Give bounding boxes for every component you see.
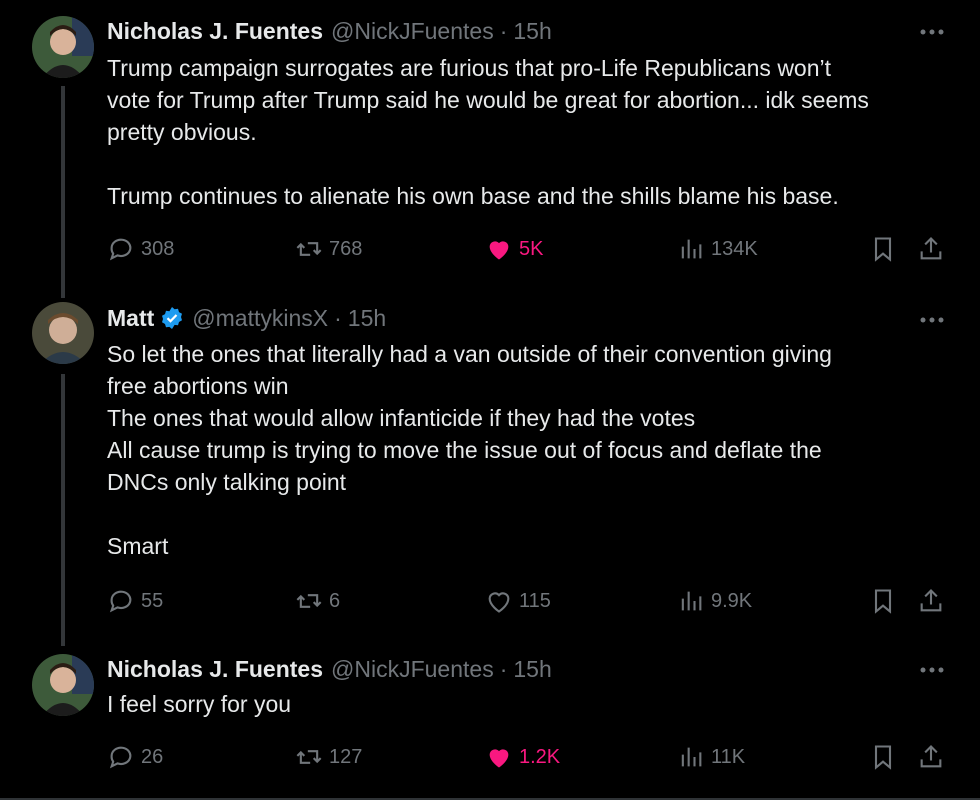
avatar[interactable] [32,16,94,78]
action-bar: 26 127 1.2K 11K [107,742,947,772]
views-icon [681,591,702,611]
repost-count: 127 [329,745,363,768]
reply-button[interactable]: 55 [107,586,163,616]
like-icon [489,241,509,260]
timestamp[interactable]: 15h [348,305,386,332]
like-button[interactable]: 1.2K [485,742,560,772]
reply-count: 55 [141,589,164,612]
reply-button[interactable]: 308 [107,234,174,264]
like-count: 5K [519,237,544,260]
tweet-text-line: Trump continues to alienate his own base… [107,183,839,209]
bookmark-button[interactable] [869,586,897,616]
tweet-text-line: free abortions win [107,373,289,399]
like-button[interactable]: 5K [485,234,543,264]
reply-icon [109,238,132,261]
author-name[interactable]: Nicholas J. Fuentes [107,18,323,45]
verified-badge-icon [160,306,184,330]
tweet-text: So let the ones that literally had a van… [107,338,947,562]
separator-dot: · [499,17,508,44]
views-icon [681,239,702,259]
avatar[interactable] [32,654,94,716]
tweet-text-line [107,498,947,530]
like-icon [488,592,510,613]
views-count: 11K [711,745,746,768]
bookmark-icon [874,589,892,614]
author-name[interactable]: Nicholas J. Fuentes [107,656,323,683]
timestamp[interactable]: 15h [513,18,551,45]
share-button[interactable] [917,234,945,264]
like-icon [489,749,509,768]
avatar[interactable] [32,302,94,364]
tweet-text-line: So let the ones that literally had a van… [107,341,832,367]
reply-icon [109,746,132,769]
tweet-text-line: All cause trump is trying to move the is… [107,437,822,463]
action-bar: 55 6 115 9.9K [107,586,947,616]
repost-count: 768 [329,237,363,260]
tweet-text-line [107,148,947,180]
tweet-header: Nicholas J. Fuentes @NickJFuentes · 15h [107,654,552,684]
tweet[interactable]: Matt @mattykinsX · 15h So let the ones t… [0,290,980,640]
repost-count: 6 [329,589,341,612]
reply-count: 26 [141,745,164,768]
separator-dot: · [499,655,508,682]
views-button[interactable]: 134K [677,234,758,264]
tweet-text-line: pretty obvious. [107,119,257,145]
share-icon [920,237,942,260]
repost-icon [296,594,322,608]
more-icon[interactable] [918,310,946,330]
bookmark-button[interactable] [869,742,897,772]
share-button[interactable] [917,586,945,616]
tweet-text-line: The ones that would allow infanticide if… [107,405,696,431]
bookmark-button[interactable] [869,234,897,264]
action-bar: 308 768 5K 134K [107,234,947,264]
share-icon [920,589,942,612]
author-name[interactable]: Matt [107,305,154,332]
reply-count: 308 [141,237,175,260]
author-handle[interactable]: @NickJFuentes [331,656,494,683]
tweet-text: I feel sorry for you [107,688,947,720]
tweet[interactable]: Nicholas J. Fuentes @NickJFuentes · 15h … [0,0,980,290]
timestamp[interactable]: 15h [513,656,551,683]
views-button[interactable]: 11K [677,742,745,772]
author-handle[interactable]: @NickJFuentes [331,18,494,45]
like-count: 1.2K [519,745,561,768]
views-count: 134K [711,237,758,260]
tweet-text-line: Smart [107,533,169,559]
views-icon [681,747,702,767]
tweet-text-line: vote for Trump after Trump said he would… [107,87,869,113]
share-icon [920,745,942,768]
reply-button[interactable]: 26 [107,742,163,772]
tweet-text-line: Trump campaign surrogates are furious th… [107,55,832,81]
views-button[interactable]: 9.9K [677,586,752,616]
tweet-header: Nicholas J. Fuentes @NickJFuentes · 15h [107,16,552,46]
tweet-text: Trump campaign surrogates are furious th… [107,52,947,212]
like-count: 115 [519,589,551,612]
tweet-text-line: DNCs only talking point [107,469,347,495]
tweet[interactable]: Nicholas J. Fuentes @NickJFuentes · 15h … [0,640,980,800]
repost-button[interactable]: 768 [295,234,362,264]
repost-button[interactable]: 6 [295,586,340,616]
more-icon[interactable] [918,660,946,680]
reply-icon [109,590,132,613]
bookmark-icon [874,745,892,770]
repost-button[interactable]: 127 [295,742,362,772]
bookmark-icon [874,237,892,262]
separator-dot: · [334,304,342,331]
views-count: 9.9K [711,589,753,612]
like-button[interactable]: 115 [485,586,551,616]
author-handle[interactable]: @mattykinsX [192,305,328,332]
share-button[interactable] [917,742,945,772]
tweet-text-line: I feel sorry for you [107,691,292,717]
repost-icon [296,750,322,764]
repost-icon [296,242,322,256]
tweet-header: Matt @mattykinsX · 15h [107,303,386,333]
more-icon[interactable] [918,22,946,42]
